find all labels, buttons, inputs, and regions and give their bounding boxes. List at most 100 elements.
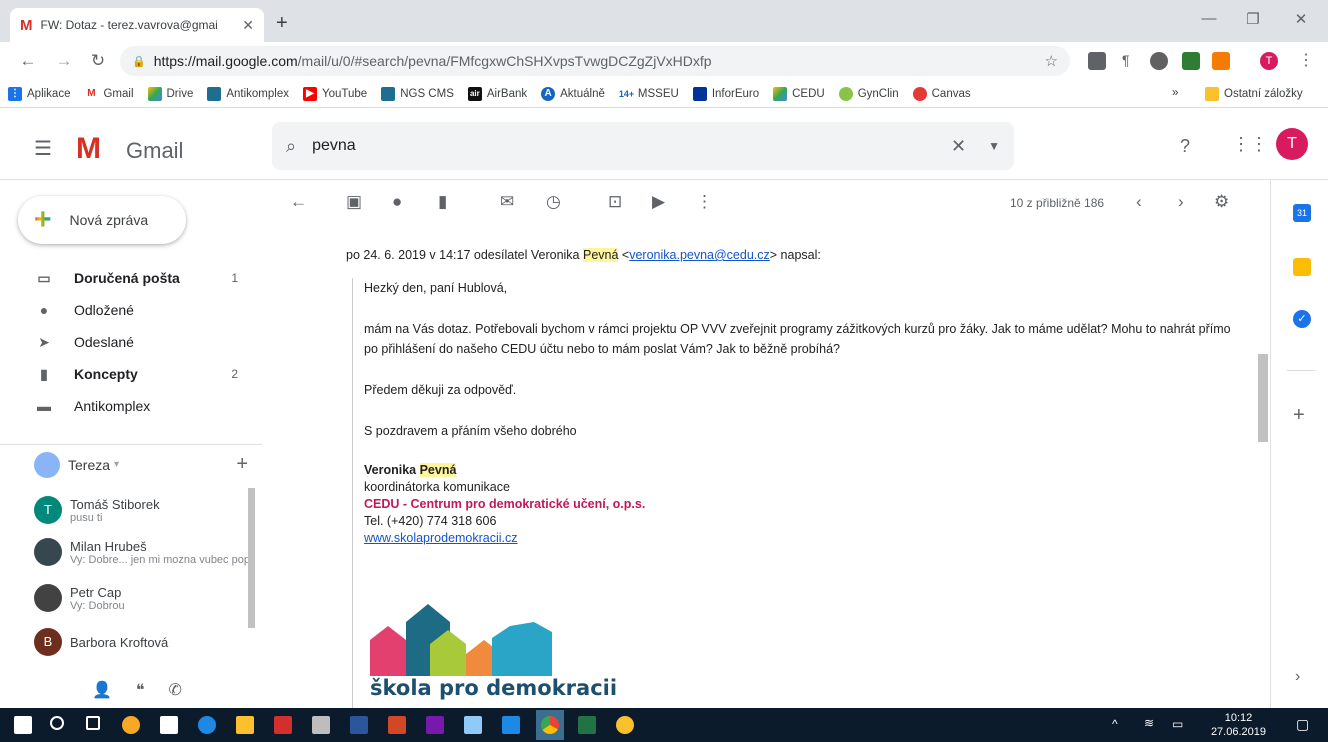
extension-circle-icon[interactable] xyxy=(1150,52,1168,70)
nav-item-antikomplex[interactable]: ▬ Antikomplex xyxy=(0,390,256,422)
mail-search-bar[interactable]: ⌕ pevna ✕ ▼ xyxy=(272,122,1014,170)
new-tab-button[interactable]: + xyxy=(276,12,288,35)
bookmark-star-icon[interactable]: ☆ xyxy=(1045,52,1058,70)
bookmark-msseu[interactable]: 14+ MSSEU xyxy=(618,86,679,101)
edge-icon[interactable] xyxy=(198,716,216,734)
labels-icon[interactable]: ▶ xyxy=(652,192,665,212)
extension-puzzle-icon[interactable] xyxy=(1182,52,1200,70)
store-icon[interactable] xyxy=(160,716,178,734)
gmail-logo-icon[interactable]: M xyxy=(76,132,101,166)
contact-item[interactable]: B Barbora Kroftová xyxy=(34,622,254,662)
onenote-icon[interactable] xyxy=(426,716,444,734)
close-window-button[interactable]: ✕ xyxy=(1286,10,1316,28)
bookmark-ngs-cms[interactable]: NGS CMS xyxy=(381,86,454,101)
bookmark-antikomplex[interactable]: Antikomplex xyxy=(207,86,289,101)
report-spam-icon[interactable]: ● xyxy=(392,192,402,212)
nav-item-inbox[interactable]: ▭ Doručená pošta 1 xyxy=(0,262,256,294)
restore-window-button[interactable]: ❐ xyxy=(1238,10,1268,28)
browser-tab[interactable]: M FW: Dotaz - terez.vavrova@gmai ✕ xyxy=(10,8,264,42)
delete-icon[interactable]: ▮ xyxy=(438,192,447,212)
help-icon[interactable]: ? xyxy=(1180,136,1190,157)
bookmark-youtube[interactable]: ▶ YouTube xyxy=(302,86,367,101)
minimize-window-button[interactable]: — xyxy=(1194,10,1224,27)
bookmark-aktualne[interactable]: A Aktuálně xyxy=(541,86,605,101)
bookmarks-more-button[interactable]: » xyxy=(1172,87,1178,99)
account-avatar[interactable]: T xyxy=(1276,128,1308,160)
bookmark-gynclin[interactable]: GynClin xyxy=(838,86,899,101)
system-clock[interactable]: 10:12 27.06.2019 xyxy=(1211,711,1266,739)
profile-avatar-icon[interactable]: T xyxy=(1260,52,1278,70)
snooze-icon[interactable]: ◷ xyxy=(546,192,561,212)
snipping-tool-icon[interactable] xyxy=(464,716,482,734)
calendar-icon[interactable]: 31 xyxy=(1293,204,1311,222)
address-bar[interactable]: 🔒 https://mail.google.com/mail/u/0/#sear… xyxy=(120,46,1070,76)
bookmark-other-folder[interactable]: Ostatní záložky xyxy=(1205,87,1303,101)
archive-icon[interactable]: ▣ xyxy=(346,192,362,212)
newer-icon[interactable]: ‹ xyxy=(1136,192,1142,212)
sender-email-link[interactable]: veronika.pevna@cedu.cz xyxy=(629,248,770,262)
hangouts-header[interactable]: Tereza ▾ + xyxy=(0,444,262,484)
calculator-icon[interactable] xyxy=(312,716,330,734)
mark-unread-icon[interactable]: ✉ xyxy=(500,192,514,212)
contact-item[interactable]: Petr Cap Vy: Dobrou xyxy=(34,578,254,618)
headphones-app-icon[interactable] xyxy=(122,716,140,734)
chevron-down-icon[interactable]: ▾ xyxy=(114,459,119,470)
battery-icon[interactable]: ▭ xyxy=(1172,717,1183,731)
bookmark-drive[interactable]: Drive xyxy=(147,86,193,101)
notifications-icon[interactable]: ▢ xyxy=(1296,716,1309,733)
bookmark-cedu[interactable]: CEDU xyxy=(773,86,825,101)
extension-bag-icon[interactable] xyxy=(1088,52,1106,70)
word-icon[interactable] xyxy=(350,716,368,734)
search-icon[interactable] xyxy=(50,716,64,730)
nav-item-drafts[interactable]: ▮ Koncepty 2 xyxy=(0,358,256,390)
bookmark-airbank[interactable]: air AirBank xyxy=(467,86,527,101)
move-to-icon[interactable]: ⊡ xyxy=(608,192,622,212)
older-icon[interactable]: › xyxy=(1178,192,1184,212)
search-icon[interactable]: ⌕ xyxy=(286,136,296,157)
adobe-reader-icon[interactable] xyxy=(274,716,292,734)
dropbox-icon[interactable] xyxy=(502,716,520,734)
contact-item[interactable]: Milan Hrubeš Vy: Dobre... jen mi mozna vu… xyxy=(34,532,254,572)
file-explorer-icon[interactable] xyxy=(236,716,254,734)
back-to-search-icon[interactable]: ← xyxy=(290,192,307,212)
contact-item[interactable]: T Tomáš Stiborek pusu ti xyxy=(34,490,254,530)
search-options-icon[interactable]: ▼ xyxy=(988,139,1000,153)
chrome-menu-icon[interactable]: ⋮ xyxy=(1298,50,1314,70)
main-menu-icon[interactable]: ☰ xyxy=(34,136,52,161)
bookmark-gmail[interactable]: M Gmail xyxy=(84,86,134,101)
wifi-icon[interactable]: ≋ xyxy=(1144,716,1154,730)
excel-icon[interactable] xyxy=(578,716,596,734)
task-view-icon[interactable] xyxy=(86,716,100,730)
hangouts-icon[interactable]: ❝ xyxy=(136,680,145,700)
contacts-scrollbar[interactable] xyxy=(248,488,255,628)
extension-key-icon[interactable] xyxy=(1212,52,1230,70)
bookmark-aplikace[interactable]: ⋮ Aplikace xyxy=(8,86,70,101)
new-chat-icon[interactable]: + xyxy=(236,453,248,476)
reload-icon[interactable]: ↻ xyxy=(84,51,112,71)
more-actions-icon[interactable]: ⋮ xyxy=(696,192,713,212)
phone-icon[interactable]: ✆ xyxy=(169,680,182,700)
bookmark-inforeuro[interactable]: InforEuro xyxy=(692,86,759,101)
chrome-icon[interactable] xyxy=(541,716,559,734)
forward-icon[interactable]: → xyxy=(50,51,78,71)
settings-gear-icon[interactable]: ⚙ xyxy=(1214,192,1229,212)
person-icon[interactable]: 👤 xyxy=(92,680,112,700)
nav-item-sent[interactable]: ➤ Odeslané xyxy=(0,326,256,358)
powerpoint-icon[interactable] xyxy=(388,716,406,734)
signature-website-link[interactable]: www.skolaprodemokracii.cz xyxy=(364,530,1242,547)
message-scrollbar[interactable] xyxy=(1258,354,1268,442)
extension-pilcrow-icon[interactable]: ¶ xyxy=(1122,52,1140,70)
chevron-up-icon[interactable]: ^ xyxy=(1112,717,1118,731)
clear-search-icon[interactable]: ✕ xyxy=(951,136,966,157)
google-apps-icon[interactable]: ⋮⋮ xyxy=(1232,134,1268,155)
keep-icon[interactable] xyxy=(1293,258,1311,276)
back-icon[interactable]: ← xyxy=(14,51,42,71)
vpn-app-icon[interactable] xyxy=(616,716,634,734)
windows-start-icon[interactable] xyxy=(14,716,32,734)
compose-button[interactable]: + Nová zpráva xyxy=(18,196,186,244)
close-tab-icon[interactable]: ✕ xyxy=(242,17,254,34)
add-addon-icon[interactable]: + xyxy=(1293,404,1305,427)
show-side-panel-icon[interactable]: › xyxy=(1295,668,1300,686)
nav-item-snoozed[interactable]: ● Odložené xyxy=(0,294,256,326)
search-input[interactable]: pevna xyxy=(312,137,951,155)
